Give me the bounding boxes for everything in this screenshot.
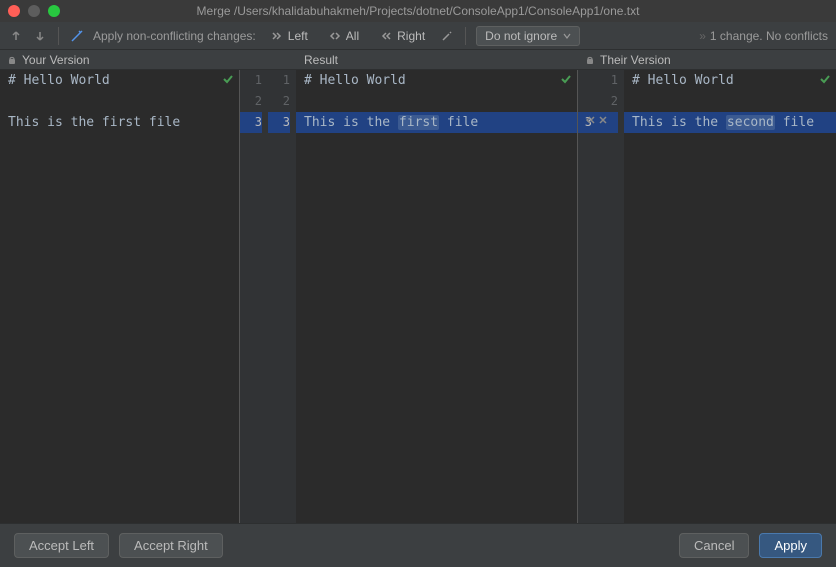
chevron-down-icon: [563, 32, 571, 40]
apply-left-label: Left: [288, 29, 308, 43]
editor-area: # Hello World This is the first file 1 2…: [0, 70, 836, 523]
bottom-bar: Accept Left Accept Right Cancel Apply: [0, 523, 836, 567]
magic-wand-icon[interactable]: [69, 28, 85, 44]
accept-left-button[interactable]: Accept Left: [14, 533, 109, 558]
code-line: This is the first file: [296, 112, 577, 133]
double-both-icon: [328, 29, 342, 43]
code-line: This is the second file: [624, 112, 836, 133]
close-window-icon[interactable]: [8, 5, 20, 17]
merge-status: »1 change. No conflicts: [699, 29, 828, 43]
lock-icon: [6, 54, 18, 66]
titlebar: Merge /Users/khalidabuhakmeh/Projects/do…: [0, 0, 836, 22]
apply-all-label: All: [346, 29, 359, 43]
apply-left-button[interactable]: Left: [264, 27, 314, 45]
left-editor[interactable]: # Hello World This is the first file: [0, 70, 240, 523]
next-diff-icon[interactable]: [32, 28, 48, 44]
raquo-icon: »: [699, 29, 706, 43]
gutter-line: 2: [240, 91, 262, 112]
reject-change-icon[interactable]: [598, 115, 608, 125]
apply-label: Apply non-conflicting changes:: [93, 29, 256, 43]
result-editor[interactable]: 1 2 3 1 2 3 # Hello World This is the fi…: [240, 70, 578, 523]
left-code: # Hello World This is the first file: [0, 70, 239, 133]
code-line: This is the first file: [0, 112, 239, 133]
code-line: [0, 91, 239, 112]
gutter-line: 1: [240, 70, 262, 91]
right-gutter: 1 2 3: [578, 70, 624, 523]
magic-resolve-icon[interactable]: [439, 28, 455, 44]
result-gutter-right: 1 2 3: [268, 70, 296, 523]
mid-pane-title: Result: [304, 53, 338, 67]
double-right-icon: [270, 29, 284, 43]
separator: [58, 27, 59, 45]
lock-icon: [584, 54, 596, 66]
code-line: # Hello World: [0, 70, 239, 91]
prev-diff-icon[interactable]: [8, 28, 24, 44]
ignore-whitespace-dropdown[interactable]: Do not ignore: [476, 26, 580, 46]
checkmark-icon: [559, 72, 573, 86]
pane-headers: Your Version Result Their Version: [0, 50, 836, 70]
code-line: # Hello World: [296, 70, 577, 91]
merge-controls: [582, 114, 608, 126]
gutter-line: 3: [268, 112, 290, 133]
merge-toolbar: Apply non-conflicting changes: Left All …: [0, 22, 836, 50]
separator: [465, 27, 466, 45]
apply-button[interactable]: Apply: [759, 533, 822, 558]
right-pane-title: Their Version: [600, 53, 671, 67]
apply-right-label: Right: [397, 29, 425, 43]
gutter-line: 1: [578, 70, 618, 91]
minimize-window-icon[interactable]: [28, 5, 40, 17]
apply-right-button[interactable]: Right: [373, 27, 431, 45]
gutter-line: 2: [268, 91, 290, 112]
zoom-window-icon[interactable]: [48, 5, 60, 17]
accept-right-button[interactable]: Accept Right: [119, 533, 223, 558]
gutter-line: 3: [240, 112, 262, 133]
right-code: # Hello World This is the second file: [624, 70, 836, 523]
left-pane-header: Your Version: [0, 50, 240, 69]
apply-all-button[interactable]: All: [322, 27, 365, 45]
right-editor[interactable]: 1 2 3 # Hello World This is the second f…: [578, 70, 836, 523]
mid-pane-header: Result: [240, 50, 578, 69]
gutter-line: 2: [578, 91, 618, 112]
cancel-button[interactable]: Cancel: [679, 533, 749, 558]
ignore-dropdown-label: Do not ignore: [485, 29, 557, 43]
double-left-icon: [379, 29, 393, 43]
accept-change-icon[interactable]: [582, 114, 596, 126]
right-pane-header: Their Version: [578, 50, 836, 69]
code-line: # Hello World: [624, 70, 836, 91]
result-gutter-left: 1 2 3: [240, 70, 268, 523]
result-code: # Hello World This is the first file: [296, 70, 577, 523]
left-pane-title: Your Version: [22, 53, 90, 67]
window-controls: [8, 5, 60, 17]
code-line: [296, 91, 577, 112]
code-line: [624, 91, 836, 112]
window-title: Merge /Users/khalidabuhakmeh/Projects/do…: [8, 4, 828, 18]
gutter-line: 1: [268, 70, 290, 91]
